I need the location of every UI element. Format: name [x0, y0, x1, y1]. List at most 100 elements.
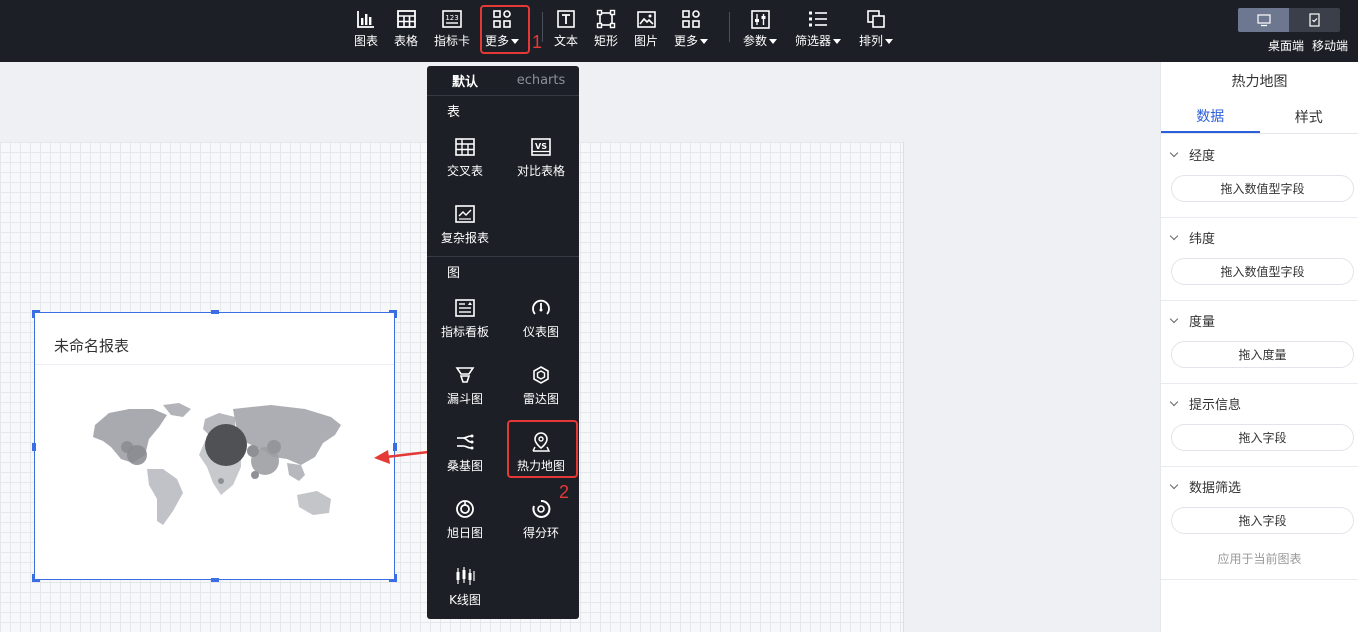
mobile-label[interactable]: 移动端 [1312, 37, 1348, 54]
toolbar-table-button[interactable]: 表格 [390, 8, 422, 54]
step2-marker: 2 [559, 482, 570, 502]
measure-drop-zone[interactable]: 拖入度量 [1171, 341, 1354, 368]
toolbar-rectangle-button[interactable]: 矩形 [591, 8, 621, 54]
dropdown-item-funnel[interactable]: 漏斗图 [427, 364, 503, 424]
resize-handle-bottom[interactable] [211, 578, 219, 582]
group-header[interactable]: 数据筛选 [1169, 477, 1242, 496]
toolbar-param-label-wrap: 参数 [743, 34, 777, 48]
dropdown-item-compare-table[interactable]: VS 对比表格 [503, 136, 579, 196]
chevron-down-icon [1169, 314, 1179, 323]
mobile-check-icon [1309, 13, 1320, 27]
monitor-icon [1256, 13, 1271, 26]
tab-style[interactable]: 样式 [1260, 100, 1358, 133]
dropdown-item-label: 复杂报表 [440, 231, 489, 245]
widget-title: 未命名报表 [54, 337, 130, 355]
dropdown-item-label: 指标看板 [440, 325, 489, 339]
dropdown-item-label: 对比表格 [516, 164, 565, 178]
rectangle-icon [595, 8, 617, 30]
slider-icon [749, 8, 771, 30]
toolbar-separator [729, 12, 730, 42]
dropdown-item-radar[interactable]: 雷达图 [503, 364, 579, 424]
dropdown-item-cross-table[interactable]: 交叉表 [427, 136, 503, 196]
device-switch [1238, 8, 1340, 32]
toolbar-arrange-label-wrap: 排列 [859, 34, 893, 48]
tab-echarts[interactable]: echarts [503, 66, 579, 95]
svg-text:VS: VS [535, 142, 547, 151]
group-label: 度量 [1189, 315, 1216, 330]
toolbar-metric-card-label: 指标卡 [433, 34, 470, 48]
dropdown-item-label: 漏斗图 [446, 392, 483, 406]
toolbar-separator [542, 12, 543, 42]
highlight-step1-box [480, 5, 530, 54]
toolbar-metric-card-button[interactable]: 123 指标卡 [431, 8, 473, 54]
arrange-icon [865, 8, 887, 30]
dropdown-item-gauge[interactable]: 仪表图 [503, 297, 579, 357]
dropdown-item-sankey[interactable]: 桑基图 [427, 431, 503, 491]
toolbar-more-element-button[interactable]: 更多 [672, 8, 710, 54]
group-label: 纬度 [1189, 232, 1216, 247]
group-header[interactable]: 提示信息 [1169, 394, 1242, 413]
group-label: 提示信息 [1189, 398, 1242, 413]
group-header[interactable]: 纬度 [1169, 228, 1216, 247]
dropdown-item-candlestick[interactable]: K线图 [427, 565, 503, 625]
tab-default[interactable]: 默认 [427, 66, 503, 95]
desktop-label[interactable]: 桌面端 [1268, 37, 1304, 54]
toolbar-param-button[interactable]: 参数 [741, 8, 779, 54]
section-table-heading: 表 [447, 105, 461, 120]
chevron-down-icon [1169, 397, 1179, 406]
resize-corner-bottom-left[interactable] [32, 574, 40, 582]
dropdown-item-metric-board[interactable]: 指标看板 [427, 297, 503, 357]
group-header[interactable]: 度量 [1169, 311, 1216, 330]
svg-text:123: 123 [445, 14, 458, 22]
bar-chart-icon [355, 8, 377, 30]
resize-handle-left[interactable] [32, 443, 36, 451]
heatmap-widget[interactable]: 未命名报表 [32, 310, 397, 582]
field-group-measure: 度量 拖入度量 [1161, 301, 1358, 384]
toolbar-chart-button[interactable]: 图表 [350, 8, 382, 54]
dropdown-item-label: 得分环 [522, 526, 559, 540]
filter-drop-zone[interactable]: 拖入字段 [1171, 507, 1354, 534]
resize-corner-top-left[interactable] [32, 310, 40, 318]
dropdown-item-label: K线图 [449, 593, 481, 607]
toolbar-param-label: 参数 [742, 34, 767, 48]
desktop-toggle[interactable] [1238, 8, 1289, 32]
field-group-tooltip: 提示信息 拖入字段 [1161, 384, 1358, 467]
chevron-down-icon [1169, 231, 1179, 240]
toolbar-text-button[interactable]: 文本 [552, 8, 580, 54]
dropdown-item-label: 桑基图 [446, 459, 483, 473]
dropdown-item-label: 旭日图 [446, 526, 483, 540]
sunburst-icon [454, 498, 476, 520]
resize-handle-top[interactable] [211, 310, 219, 314]
latitude-drop-zone[interactable]: 拖入数值型字段 [1171, 258, 1354, 285]
step1-marker: 1 [532, 32, 543, 52]
tab-data[interactable]: 数据 [1161, 100, 1260, 133]
filter-note: 应用于当前图表 [1217, 552, 1302, 566]
group-label: 数据筛选 [1189, 481, 1242, 496]
toolbar-image-button[interactable]: 图片 [632, 8, 660, 54]
toolbar-arrange-label: 排列 [858, 34, 883, 48]
toolbar-text-label: 文本 [553, 34, 578, 48]
dropdown-item-label: 仪表图 [522, 325, 559, 339]
complex-report-icon [454, 203, 476, 225]
longitude-drop-zone[interactable]: 拖入数值型字段 [1171, 175, 1354, 202]
group-header[interactable]: 经度 [1169, 145, 1215, 164]
tooltip-drop-zone[interactable]: 拖入字段 [1171, 424, 1354, 451]
toolbar-more-element-label: 更多 [673, 34, 698, 48]
resize-corner-bottom-right[interactable] [389, 574, 397, 582]
mobile-toggle[interactable] [1289, 8, 1340, 32]
metric-board-icon [454, 297, 476, 319]
section-chart-heading: 图 [447, 266, 461, 281]
image-icon [635, 8, 657, 30]
cross-table-icon [454, 136, 476, 158]
candlestick-icon [454, 565, 476, 587]
toolbar-filter-button[interactable]: 筛选器 [794, 8, 842, 54]
caret-down-icon [769, 39, 777, 44]
properties-panel: 热力地图 数据 样式 经度 拖入数值型字段 纬度 拖入数值型字段 度量 拖入度量… [1160, 62, 1358, 632]
resize-corner-top-right[interactable] [389, 310, 397, 318]
toolbar-arrange-button[interactable]: 排列 [857, 8, 895, 54]
dropdown-item-sunburst[interactable]: 旭日图 [427, 498, 503, 558]
dropdown-item-score-ring[interactable]: 得分环 [503, 498, 579, 558]
dropdown-item-complex-report[interactable]: 复杂报表 [427, 203, 503, 263]
gauge-icon [530, 297, 552, 319]
panel-title: 热力地图 [1231, 74, 1288, 90]
